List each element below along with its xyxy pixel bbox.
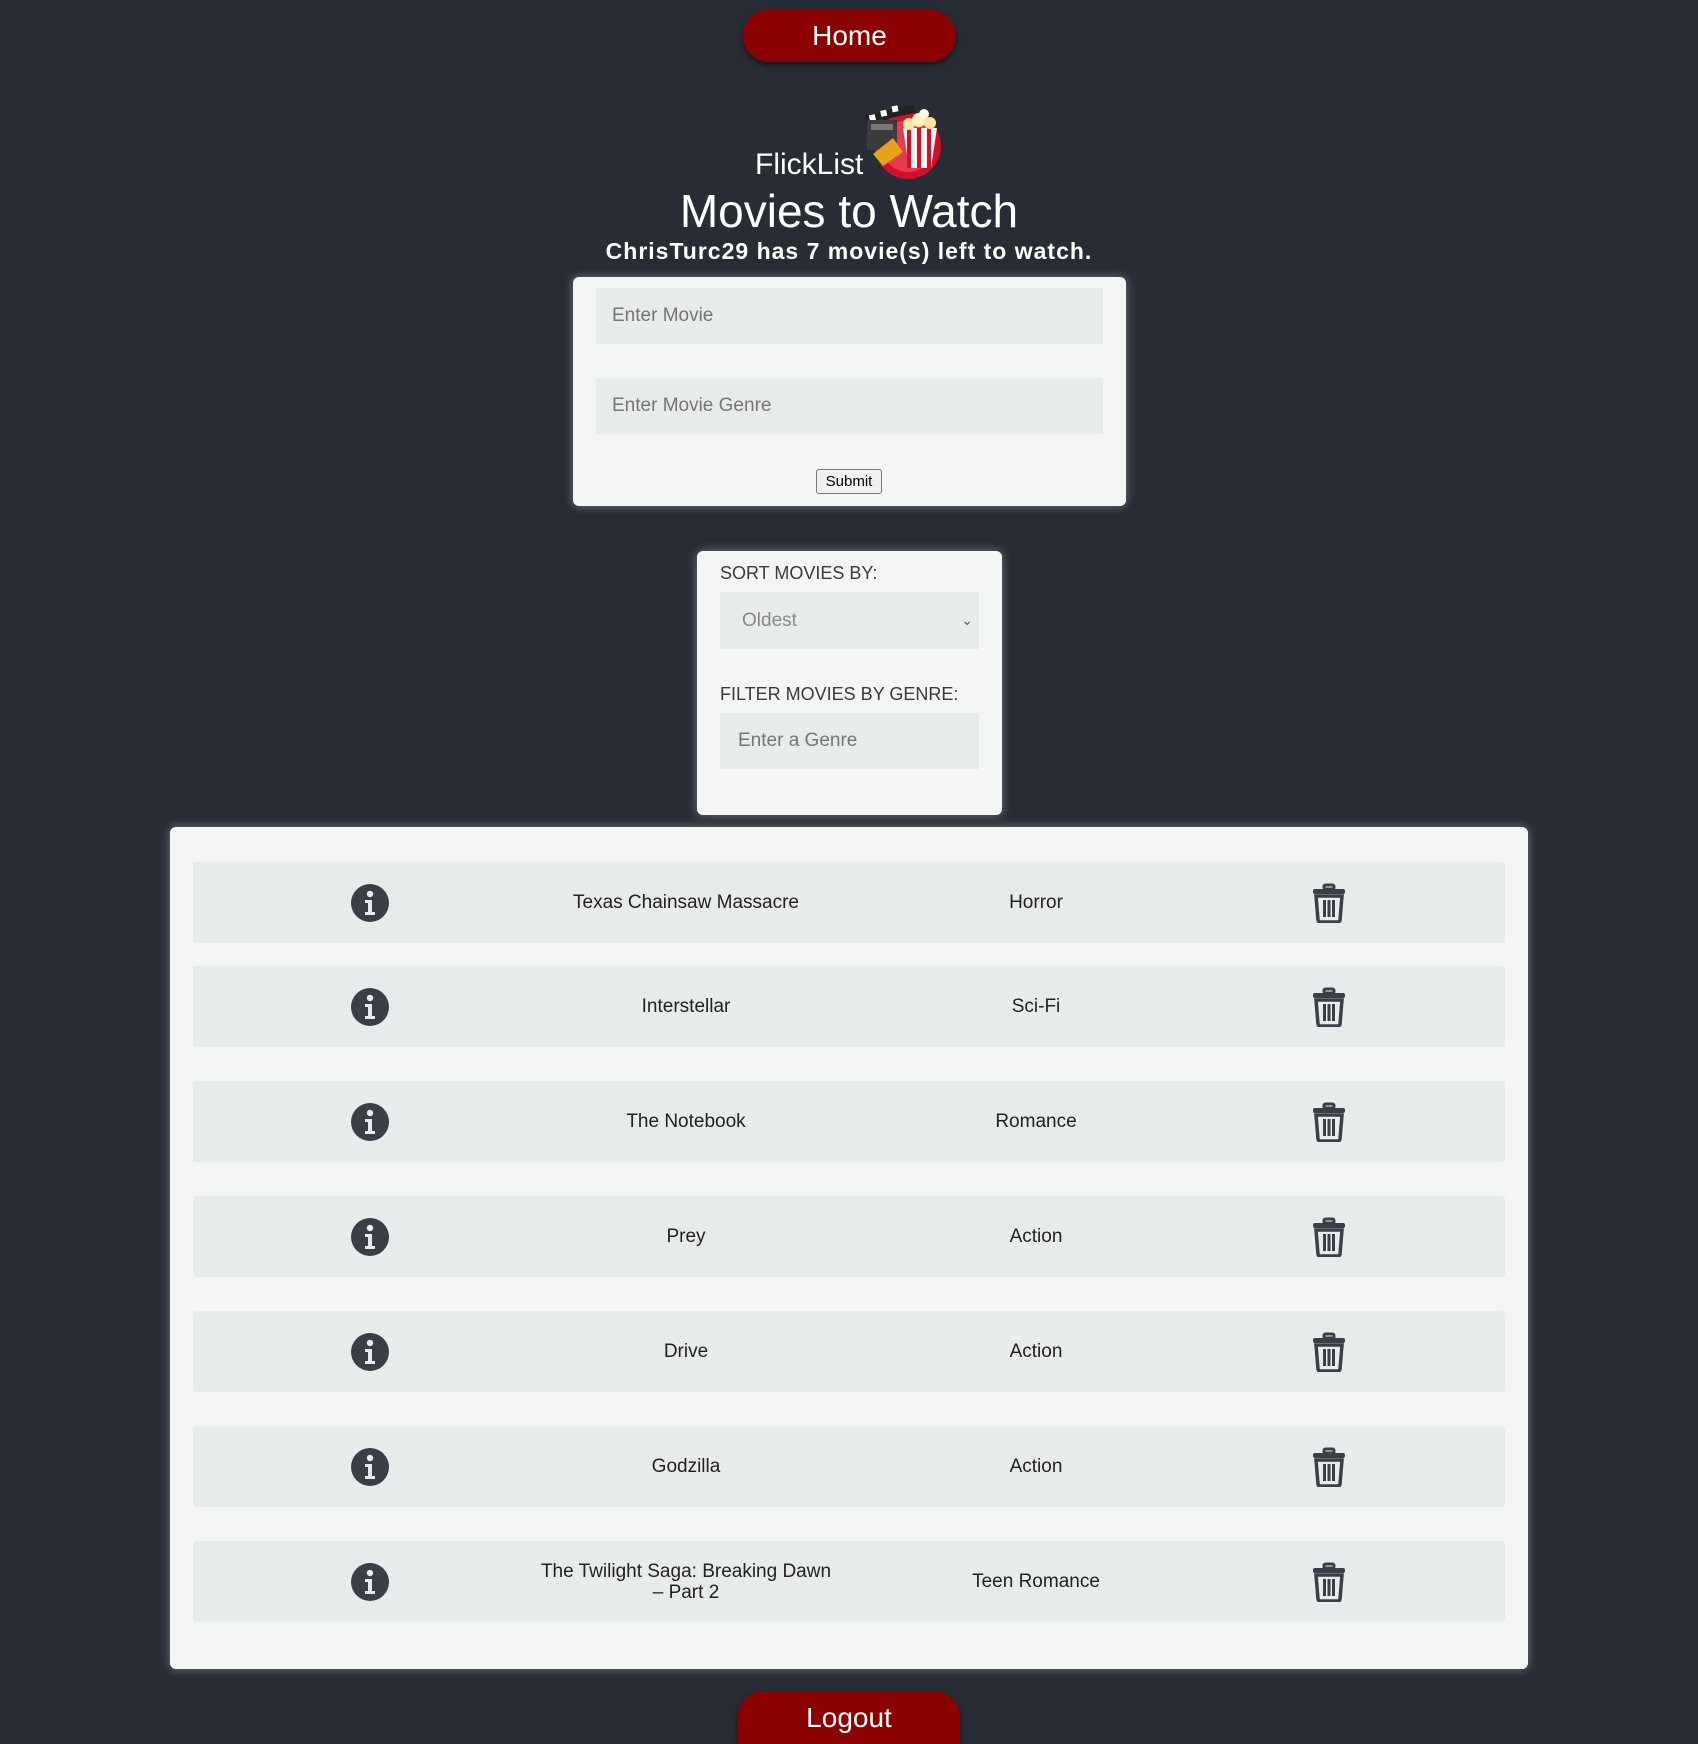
- movie-row: Interstellar Sci-Fi: [193, 966, 1505, 1047]
- sort-label: SORT MOVIES BY:: [720, 563, 878, 583]
- trash-icon[interactable]: [1311, 1447, 1347, 1488]
- movie-genre: Horror: [1009, 891, 1063, 913]
- movie-row: The Notebook Romance: [193, 1081, 1505, 1162]
- movie-genre: Action: [1009, 1455, 1063, 1477]
- movie-genre-input[interactable]: [596, 378, 1103, 434]
- movie-title: The Twilight Saga: Breaking Dawn – Part …: [540, 1560, 832, 1603]
- filter-label: FILTER MOVIES BY GENRE:: [720, 684, 959, 704]
- movie-genre: Action: [1009, 1225, 1063, 1247]
- info-icon[interactable]: [350, 1217, 390, 1257]
- movie-genre: Teen Romance: [972, 1570, 1100, 1592]
- sort-filter-panel: SORT MOVIES BY: Oldest ⌄ FILTER MOVIES B…: [697, 551, 1002, 815]
- movie-title: Interstellar: [641, 996, 731, 1017]
- movie-title: Prey: [666, 1226, 706, 1247]
- movie-genre: Action: [1009, 1340, 1063, 1362]
- movie-genre: Sci-Fi: [1011, 995, 1061, 1017]
- trash-icon[interactable]: [1311, 1332, 1347, 1373]
- info-icon[interactable]: [350, 1102, 390, 1142]
- movie-genre: Romance: [995, 1110, 1077, 1132]
- movie-row: The Twilight Saga: Breaking Dawn – Part …: [193, 1541, 1505, 1622]
- movie-row: Texas Chainsaw Massacre Horror: [193, 862, 1505, 943]
- page-title: Movies to Watch: [679, 185, 1019, 237]
- trash-icon[interactable]: [1311, 1562, 1347, 1603]
- trash-icon[interactable]: [1311, 1102, 1347, 1143]
- trash-icon[interactable]: [1311, 883, 1347, 924]
- trash-icon[interactable]: [1311, 1217, 1347, 1258]
- sort-selected-value: Oldest: [742, 610, 797, 631]
- info-icon[interactable]: [350, 883, 390, 923]
- movie-title: Godzilla: [651, 1456, 721, 1477]
- info-icon[interactable]: [350, 1447, 390, 1487]
- logout-button[interactable]: Logout: [738, 1691, 960, 1744]
- brand-name: FlickList: [755, 148, 864, 181]
- movie-input[interactable]: [596, 288, 1103, 344]
- add-movie-form: Submit: [573, 277, 1126, 506]
- movie-row: Prey Action: [193, 1196, 1505, 1277]
- info-icon[interactable]: [350, 1562, 390, 1602]
- info-icon[interactable]: [350, 1332, 390, 1372]
- genre-filter-input[interactable]: [720, 713, 979, 769]
- movies-left-summary: ChrisTurc29 has 7 movie(s) left to watch…: [605, 238, 1093, 264]
- movie-row: Godzilla Action: [193, 1426, 1505, 1507]
- logo-icon: [864, 104, 941, 179]
- movie-title: Drive: [663, 1341, 709, 1362]
- info-icon[interactable]: [350, 987, 390, 1027]
- movie-row: Drive Action: [193, 1311, 1505, 1392]
- chevron-down-icon: ⌄: [961, 612, 973, 628]
- sort-select[interactable]: Oldest ⌄: [720, 592, 979, 649]
- home-button[interactable]: Home: [743, 10, 956, 62]
- movie-title: The Notebook: [626, 1111, 746, 1132]
- trash-icon[interactable]: [1311, 987, 1347, 1028]
- submit-button[interactable]: Submit: [816, 469, 882, 494]
- movie-list: Texas Chainsaw Massacre Horror Interstella…: [170, 827, 1528, 1669]
- movie-title: Texas Chainsaw Massacre: [573, 892, 799, 913]
